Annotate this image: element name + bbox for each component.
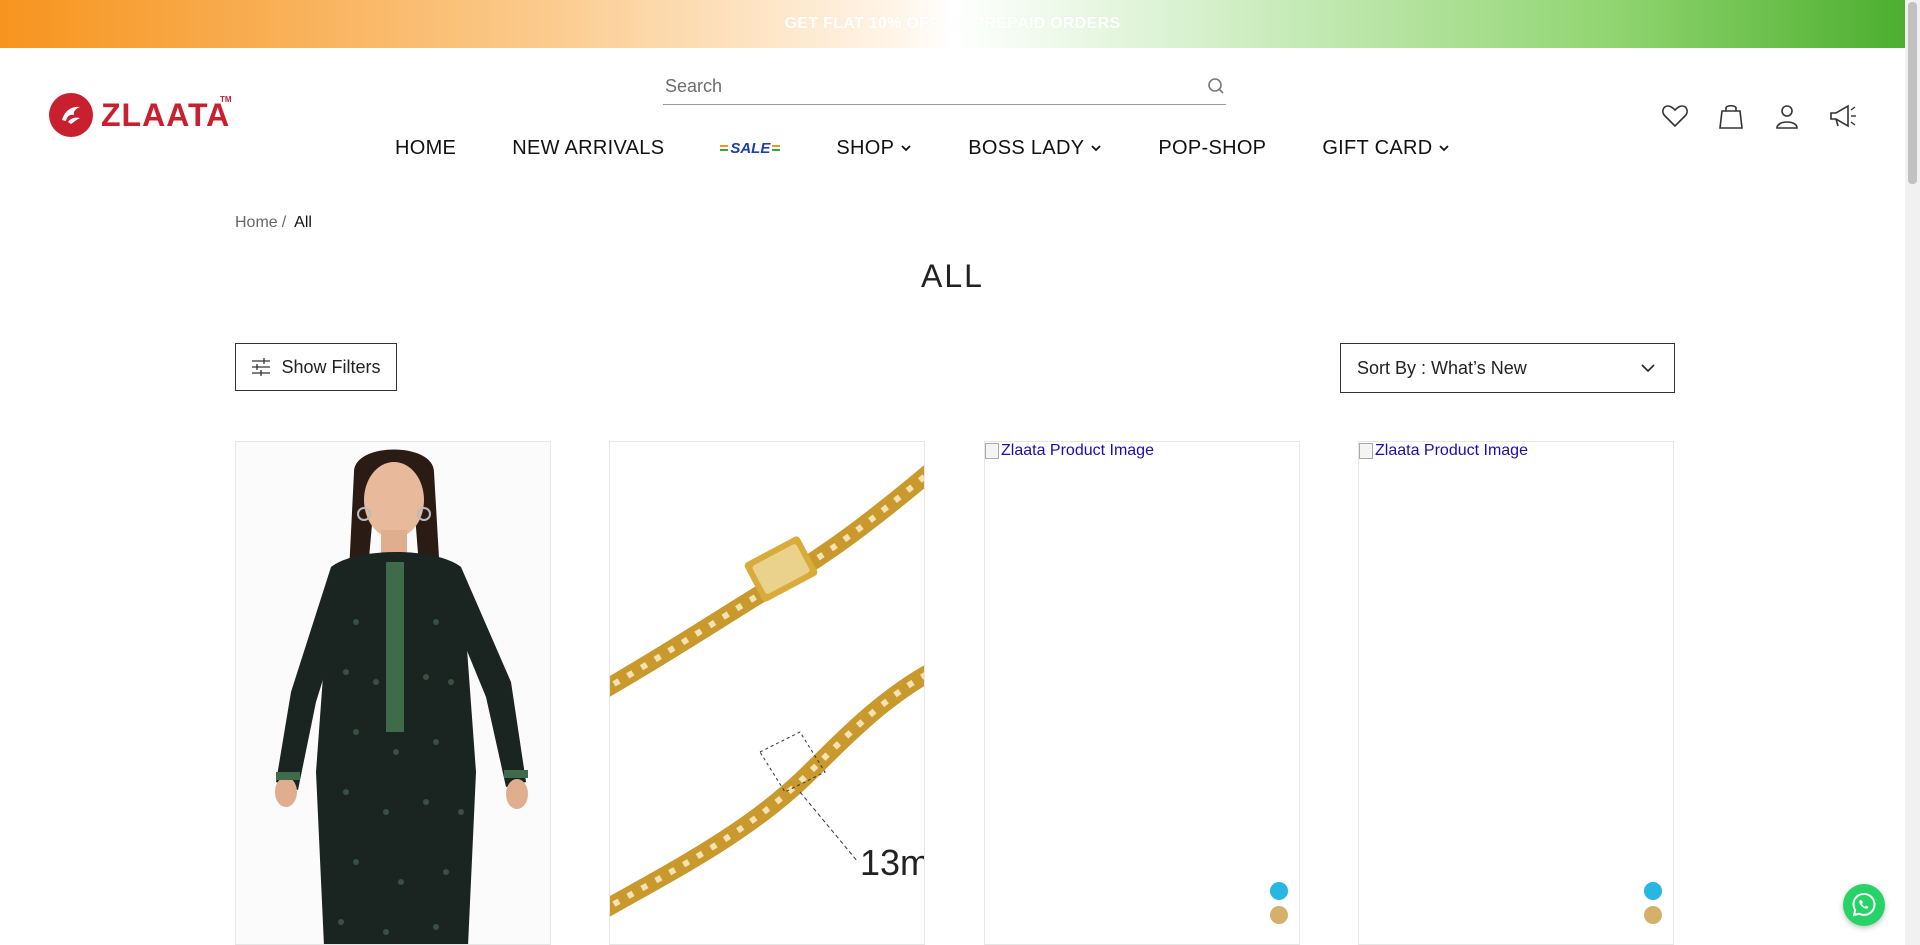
breadcrumb-current: All xyxy=(294,214,312,231)
sort-label: Sort By : What’s New xyxy=(1357,357,1527,378)
nav-sale[interactable]: SALE xyxy=(720,132,781,164)
product-card[interactable]: Zlaata Product Image xyxy=(1358,441,1674,945)
show-filters-button[interactable]: Show Filters xyxy=(235,343,397,391)
search-input[interactable] xyxy=(663,72,1187,100)
nav-new-arrivals-label: NEW ARRIVALS xyxy=(512,136,665,159)
sale-badge-label: SALE xyxy=(730,139,771,157)
header-actions xyxy=(1660,101,1884,131)
nav-gift-card-label: GIFT CARD xyxy=(1322,136,1433,159)
nav-pop-shop-label: POP-SHOP xyxy=(1158,136,1267,159)
user-icon[interactable] xyxy=(1772,101,1802,131)
sort-select[interactable]: Sort By : What’s New xyxy=(1340,343,1675,393)
show-filters-label: Show Filters xyxy=(281,356,381,377)
whatsapp-icon xyxy=(1852,892,1876,917)
nav-pop-shop[interactable]: POP-SHOP xyxy=(1158,137,1266,160)
search-bar xyxy=(663,68,1226,105)
breadcrumb-home[interactable]: Home xyxy=(235,214,278,232)
main-nav: HOME NEW ARRIVALS SALE SHOP BOSS LADY PO… xyxy=(395,132,1506,164)
color-swatch-blue[interactable] xyxy=(1644,882,1662,900)
whatsapp-chat-button[interactable] xyxy=(1843,884,1885,926)
breadcrumb: Home / All xyxy=(235,214,312,232)
color-swatch-gold[interactable] xyxy=(1644,906,1662,924)
heart-icon[interactable] xyxy=(1660,101,1690,131)
tricolor-right xyxy=(772,145,781,151)
nav-boss-lady-label: BOSS LADY xyxy=(968,136,1085,159)
product-card[interactable] xyxy=(235,441,551,945)
tricolor-left xyxy=(720,145,729,151)
product-image: 13m xyxy=(610,442,924,944)
chevron-down-icon xyxy=(1641,364,1655,373)
nav-shop[interactable]: SHOP xyxy=(836,137,912,160)
broken-image-icon xyxy=(1359,443,1373,459)
nav-home[interactable]: HOME xyxy=(395,137,456,160)
broken-image-icon xyxy=(985,443,999,459)
brand-name: ZLAATA xyxy=(101,96,231,133)
chain-size-label: 13m xyxy=(860,842,925,883)
color-swatch-blue[interactable] xyxy=(1270,882,1288,900)
scrollbar-thumb[interactable] xyxy=(1908,2,1917,184)
color-swatch-gold[interactable] xyxy=(1270,906,1288,924)
nav-boss-lady[interactable]: BOSS LADY xyxy=(968,137,1102,160)
nav-home-label: HOME xyxy=(395,136,457,159)
trademark: TM xyxy=(220,95,232,104)
search-icon[interactable] xyxy=(1206,76,1226,96)
kurta-model-illustration xyxy=(236,442,550,944)
promo-text: GET FLAT 10% OFF ON PREPAID ORDERS xyxy=(784,15,1121,32)
product-image-alt: Zlaata Product Image xyxy=(1375,442,1528,459)
nav-shop-label: SHOP xyxy=(836,136,895,159)
product-image xyxy=(236,442,550,944)
chevron-down-icon xyxy=(1439,145,1450,152)
phoenix-logo-icon xyxy=(49,93,93,137)
brand-logo[interactable]: ZLAATA TM xyxy=(49,93,232,137)
page-scrollbar[interactable] xyxy=(1905,0,1920,945)
breadcrumb-separator: / xyxy=(281,214,287,231)
promo-banner: GET FLAT 10% OFF ON PREPAID ORDERS xyxy=(0,0,1905,48)
filter-sliders-icon xyxy=(252,358,271,376)
product-image-alt: Zlaata Product Image xyxy=(1001,442,1154,459)
product-card[interactable]: Zlaata Product Image xyxy=(984,441,1300,945)
broken-product-image[interactable]: Zlaata Product Image xyxy=(1359,442,1528,460)
chevron-down-icon xyxy=(1091,145,1101,152)
broken-product-image[interactable]: Zlaata Product Image xyxy=(985,442,1154,460)
page-title: ALL xyxy=(921,258,984,294)
megaphone-icon[interactable] xyxy=(1828,101,1858,131)
bag-icon[interactable] xyxy=(1716,101,1746,131)
nav-new-arrivals[interactable]: NEW ARRIVALS xyxy=(512,137,664,160)
product-card[interactable]: 13m xyxy=(609,441,925,945)
nav-gift-card[interactable]: GIFT CARD xyxy=(1322,137,1450,160)
chevron-down-icon xyxy=(901,145,911,152)
